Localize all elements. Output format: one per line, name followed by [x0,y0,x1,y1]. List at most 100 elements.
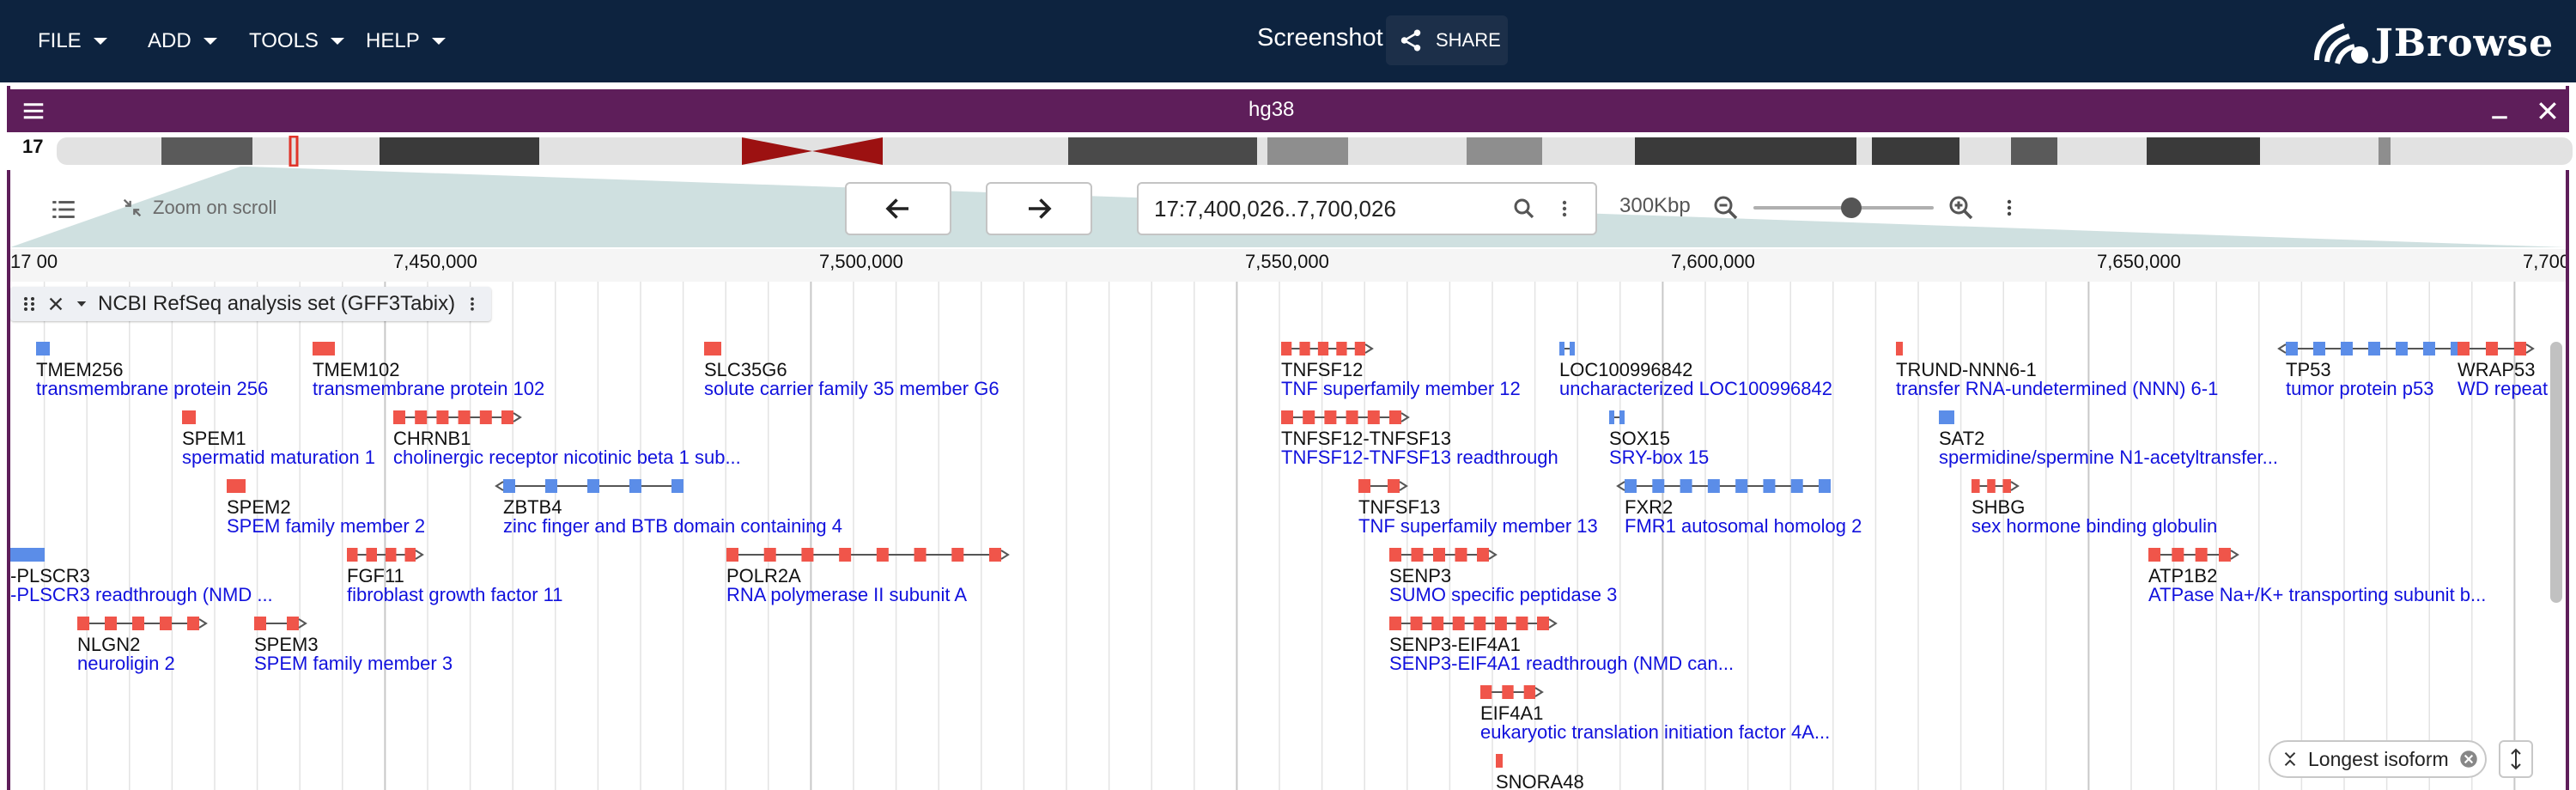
share-icon [1400,29,1421,52]
gene-feature: SAT2spermidine/spermine N1-acetyltransfe… [1939,410,2278,468]
strand-arrow [1000,550,1010,560]
location-menu-button[interactable] [1554,196,1575,226]
gene-exon [1480,685,1492,699]
menu-file[interactable]: FILE [38,24,107,58]
strand-arrow [1534,687,1544,697]
gene-exon [132,617,144,630]
view-options-button[interactable] [1999,192,2020,228]
gene-exon [1707,479,1720,493]
gene-exon [1336,342,1347,356]
close-icon[interactable] [46,295,65,313]
arrow-left-icon [885,198,908,219]
gene-description-label: TNF superfamily member 13 [1358,515,1598,537]
location-input[interactable]: 17:7,400,026..7,700,026 [1154,196,1396,222]
feature-track-canvas[interactable]: TMEM256transmembrane protein 256 TMEM102t… [10,282,2566,790]
gene-exon [1281,410,1293,424]
gene-feature: POLR2ARNA polymerase II subunit A [726,548,1010,605]
gene-exon [1763,479,1776,493]
ruler-tick-label: 7,500,000 [819,251,903,272]
gene-exon [1625,479,1637,493]
longest-isoform-chip[interactable]: Longest isoform [2269,740,2487,778]
share-button[interactable]: SHARE [1386,15,1508,65]
gene-description-label: SPEM family member 2 [227,515,425,537]
gene-feature: -PLSCR3-PLSCR3 readthrough (NMD ... [10,548,273,605]
gene-exon [1388,479,1400,493]
gene-exon [1609,410,1614,424]
zoom-out-button[interactable] [1710,192,1741,228]
gene-description-label: -PLSCR3 readthrough (NMD ... [10,584,273,605]
coordinate-ruler[interactable]: 17 00 7,450,000 7,500,000 7,550,000 7,60… [10,249,2566,283]
expand-height-button[interactable] [2499,740,2533,778]
feature-track[interactable]: TMEM256 transmembrane protein 256 TMEM102 t… [10,282,2566,790]
gene-exon [1680,479,1692,493]
menu-add[interactable]: ADD [148,24,217,58]
chevron-down-icon[interactable] [74,296,89,312]
menu-tools[interactable]: TOOLS [249,24,344,58]
gene-feature: SENP3SUMO specific peptidase 3 [1389,548,1617,605]
gene-description-label: transmembrane protein 256 [36,378,268,399]
gene-exon [1502,685,1514,699]
track-selector-button[interactable] [46,192,81,227]
gene-exon [587,479,599,493]
zoom-slider-thumb[interactable] [1841,198,1862,218]
strand-arrow [1548,618,1558,629]
cancel-icon[interactable] [2458,748,2480,770]
track-name: NCBI RefSeq analysis set (GFF3Tabix) [98,292,456,315]
gene-feature: WRAP53WD repeat c [2458,342,2562,399]
arrow-right-icon [1029,198,1052,219]
session-title[interactable]: Screenshot [1257,24,1383,52]
strand-arrow [1364,343,1374,354]
strand-arrow [1399,481,1408,491]
gene-exon [393,410,405,424]
gene-exon [914,548,927,562]
ideogram-bands[interactable] [57,136,2573,167]
gene-feature: SHBGsex hormone binding globulin [1971,479,2217,537]
gene-exon [1433,548,1445,562]
gene-exon [503,479,515,493]
close-view-button[interactable] [2535,98,2561,128]
gene-feature: NLGN2neuroligin 2 [77,617,208,674]
gene-exon [1559,342,1564,356]
gene-description-label: TNFSF12-TNFSF13 readthrough [1281,447,1558,468]
gene-description-label: sex hormone binding globulin [1971,515,2217,537]
brand-name: JBrowse [2375,21,2555,65]
gene-exon [876,548,889,562]
view-title[interactable]: hg38 [1249,98,1294,122]
track-scrollbar[interactable] [2550,342,2562,603]
strand-arrow [2525,343,2535,354]
gene-exon [1455,548,1467,562]
more-vertical-icon [2007,199,2012,216]
zoom-slider[interactable] [1753,198,1934,218]
gene-exon [36,342,50,356]
longest-isoform-label: Longest isoform [2308,747,2449,770]
gene-exon [1431,617,1444,630]
menu-help[interactable]: HELP [366,24,446,58]
gene-feature: FXR2FMR1 autosomal homolog 2 [1616,479,1862,537]
gene-description-label: zinc finger and BTB domain containing 4 [503,515,842,537]
gene-exon [501,410,513,424]
gene-exon [386,548,397,562]
location-search-box[interactable]: 17:7,400,026..7,700,026 [1137,182,1597,235]
view-menu-button[interactable] [21,98,46,128]
drag-handle-icon[interactable] [21,294,38,314]
zoom-in-button[interactable] [1946,192,1977,228]
more-vertical-icon[interactable] [464,293,481,315]
gene-exon [313,342,335,356]
gene-feature: TP53tumor protein p53 [2277,342,2463,399]
minimize-view-button[interactable] [2487,98,2512,128]
jbrowse-logo-icon [2314,23,2368,64]
pan-left-button[interactable] [845,182,951,235]
gene-exon [458,410,471,424]
gene-description-label: TNF superfamily member 12 [1281,378,1521,399]
chevron-down-icon [203,38,217,45]
strand-arrow [2010,481,2020,491]
pan-right-button[interactable] [986,182,1092,235]
zoom-on-scroll-toggle[interactable]: Zoom on scroll [120,196,276,220]
gene-exon [1389,617,1401,630]
gene-exon [989,548,1001,562]
search-button[interactable] [1511,196,1537,226]
gene-exon [2286,342,2298,356]
gene-exon [436,410,449,424]
gene-exon [2368,342,2380,356]
chevron-down-icon [431,38,446,45]
